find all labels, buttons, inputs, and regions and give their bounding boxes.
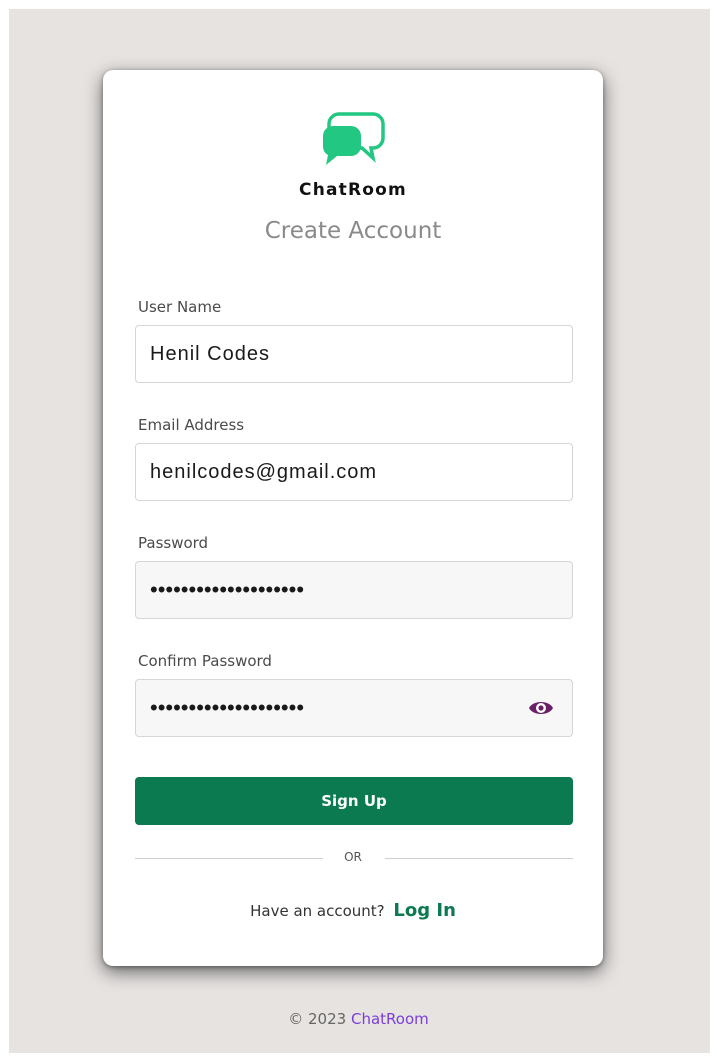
brand-name: ChatRoom: [299, 180, 407, 200]
or-divider-text: OR: [344, 850, 362, 864]
divider-right: [385, 858, 573, 859]
password-input[interactable]: [136, 562, 572, 618]
password-label: Password: [138, 534, 209, 552]
signup-card: ChatRoom Create Account User Name Email …: [103, 70, 603, 966]
email-input[interactable]: [136, 444, 572, 500]
username-input[interactable]: [136, 326, 572, 382]
login-prompt: Have an account? Log In: [103, 900, 603, 921]
username-field: [135, 325, 573, 383]
password-field: [135, 561, 573, 619]
login-prompt-text: Have an account?: [250, 902, 385, 920]
username-label: User Name: [138, 298, 222, 316]
chat-bubbles-icon: [322, 112, 385, 165]
confirm-password-label: Confirm Password: [138, 652, 272, 670]
sign-up-button[interactable]: Sign Up: [135, 777, 573, 825]
email-label: Email Address: [138, 416, 245, 434]
eye-icon[interactable]: [528, 697, 554, 719]
email-field: [135, 443, 573, 501]
confirm-password-input[interactable]: [136, 680, 572, 736]
copyright-text: © 2023: [288, 1010, 347, 1028]
confirm-password-field: [135, 679, 573, 737]
footer: © 2023 ChatRoom: [0, 1010, 717, 1028]
footer-brand-link[interactable]: ChatRoom: [351, 1010, 429, 1028]
page-title: Create Account: [264, 218, 442, 244]
log-in-link[interactable]: Log In: [393, 900, 456, 921]
